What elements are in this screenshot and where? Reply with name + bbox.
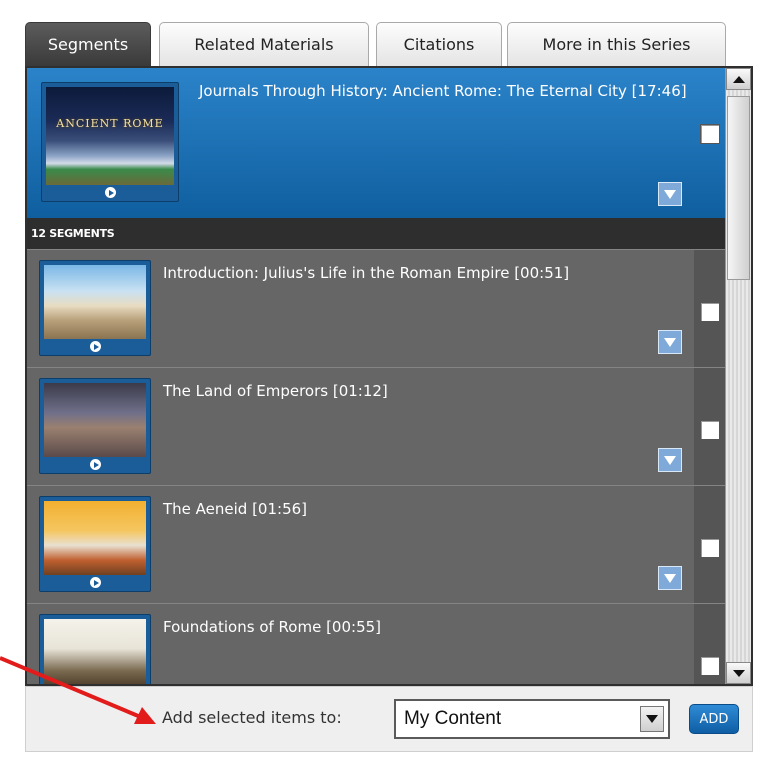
annotation-arrow xyxy=(0,656,156,724)
annotation-arrow-shaft xyxy=(0,656,144,720)
